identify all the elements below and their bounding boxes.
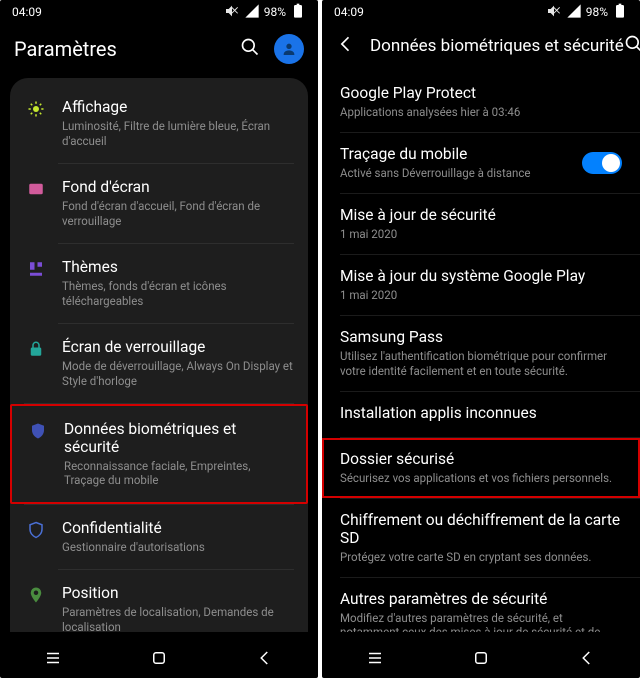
item-subtitle: Sécurisez vos applications et vos fichie… bbox=[340, 471, 622, 486]
item-title: Affichage bbox=[62, 98, 294, 116]
security-item[interactable]: Installation applis inconnues bbox=[322, 392, 640, 437]
item-subtitle: Activé sans Déverrouillage à distance bbox=[340, 166, 622, 181]
header: Paramètres bbox=[0, 24, 318, 78]
settings-item[interactable]: Écran de verrouillage Mode de déverrouil… bbox=[10, 324, 308, 403]
item-title: Position bbox=[62, 584, 294, 602]
status-time: 04:09 bbox=[334, 5, 364, 19]
status-time: 04:09 bbox=[12, 5, 42, 19]
settings-item[interactable]: Affichage Luminosité, Filtre de lumière … bbox=[10, 84, 308, 163]
battery-text: 98% bbox=[586, 5, 608, 19]
toggle-switch[interactable] bbox=[582, 152, 622, 174]
item-subtitle: 1 mai 2020 bbox=[340, 288, 622, 303]
item-title: Samsung Pass bbox=[340, 328, 622, 346]
search-icon[interactable] bbox=[624, 34, 640, 58]
themes-icon bbox=[24, 260, 48, 278]
security-item[interactable]: Autres paramètres de sécurité Modifiez d'… bbox=[322, 578, 640, 633]
back-icon[interactable] bbox=[336, 34, 356, 58]
item-title: Installation applis inconnues bbox=[340, 404, 622, 422]
brightness-icon bbox=[24, 100, 48, 118]
item-title: Google Play Protect bbox=[340, 84, 622, 102]
security-item[interactable]: Dossier sécurisé Sécurisez vos applicatio… bbox=[322, 438, 640, 498]
lock-icon bbox=[24, 340, 48, 358]
item-title: Fond d'écran bbox=[62, 178, 294, 196]
header: Données biométriques et sécurité bbox=[322, 24, 640, 72]
location-icon bbox=[24, 586, 48, 604]
battery-icon bbox=[290, 3, 306, 22]
nav-back[interactable] bbox=[577, 648, 597, 668]
item-subtitle: Luminosité, Filtre de lumière bleue, Écr… bbox=[62, 119, 294, 149]
item-subtitle: Utilisez l'authentification biométrique … bbox=[340, 349, 622, 379]
mute-icon bbox=[546, 3, 562, 22]
item-subtitle: Fond d'écran d'accueil, Fond d'écran de … bbox=[62, 199, 294, 229]
item-subtitle: Thèmes, fonds d'écran et icônes téléchar… bbox=[62, 279, 294, 309]
security-item[interactable]: Mise à jour de sécurité 1 mai 2020 bbox=[322, 194, 640, 254]
security-item[interactable]: Mise à jour du système Google Play 1 mai … bbox=[322, 255, 640, 315]
item-subtitle: Paramètres de localisation, Demandes de … bbox=[62, 605, 294, 632]
wallpaper-icon bbox=[24, 180, 48, 198]
navbar bbox=[0, 638, 318, 678]
item-title: Dossier sécurisé bbox=[340, 450, 622, 468]
item-subtitle: Mode de déverrouillage, Always On Displa… bbox=[62, 359, 294, 389]
nav-recents[interactable] bbox=[43, 648, 63, 668]
item-subtitle: Protégez votre carte SD en cryptant ses … bbox=[340, 550, 622, 565]
status-bar: 04:09 98% bbox=[0, 0, 318, 24]
page-title: Paramètres bbox=[14, 37, 117, 61]
nav-back[interactable] bbox=[255, 648, 275, 668]
navbar bbox=[322, 638, 640, 678]
item-title: Thèmes bbox=[62, 258, 294, 276]
item-title: Autres paramètres de sécurité bbox=[340, 590, 622, 608]
battery-icon bbox=[612, 3, 628, 22]
item-subtitle: Gestionnaire d'autorisations bbox=[62, 540, 294, 555]
item-title: Traçage du mobile bbox=[340, 145, 622, 163]
signal-icon bbox=[244, 3, 260, 22]
security-item[interactable]: Google Play Protect Applications analysée… bbox=[322, 72, 640, 132]
settings-item[interactable]: Confidentialité Gestionnaire d'autorisat… bbox=[10, 505, 308, 569]
item-title: Écran de verrouillage bbox=[62, 338, 294, 356]
settings-list[interactable]: Affichage Luminosité, Filtre de lumière … bbox=[0, 78, 318, 632]
status-right: 98% bbox=[546, 3, 628, 22]
security-item[interactable]: Traçage du mobile Activé sans Déverrouill… bbox=[322, 133, 640, 193]
settings-item[interactable]: Données biométriques et sécurité Reconna… bbox=[10, 404, 308, 505]
battery-text: 98% bbox=[264, 5, 286, 19]
nav-home[interactable] bbox=[471, 648, 491, 668]
security-list[interactable]: Google Play Protect Applications analysée… bbox=[322, 72, 640, 632]
header-actions bbox=[240, 34, 304, 64]
item-title: Confidentialité bbox=[62, 519, 294, 537]
item-subtitle: Modifiez d'autres paramètres de sécurité… bbox=[340, 611, 622, 633]
nav-recents[interactable] bbox=[365, 648, 385, 668]
mute-icon bbox=[224, 3, 240, 22]
settings-item[interactable]: Position Paramètres de localisation, Dem… bbox=[10, 570, 308, 632]
item-subtitle: 1 mai 2020 bbox=[340, 227, 622, 242]
item-title: Chiffrement ou déchiffrement de la carte… bbox=[340, 511, 622, 547]
phone-left: 04:09 98% Paramètres Affichag bbox=[0, 0, 318, 678]
item-subtitle: Applications analysées hier à 03:46 bbox=[340, 105, 622, 120]
status-bar: 04:09 98% bbox=[322, 0, 640, 24]
shield-outline-icon bbox=[24, 521, 48, 539]
phone-right: 04:09 98% Données biométriques et sécuri… bbox=[322, 0, 640, 678]
item-title: Mise à jour de sécurité bbox=[340, 206, 622, 224]
nav-home[interactable] bbox=[149, 648, 169, 668]
settings-item[interactable]: Thèmes Thèmes, fonds d'écran et icônes t… bbox=[10, 244, 308, 323]
security-item[interactable]: Samsung Pass Utilisez l'authentification … bbox=[322, 316, 640, 391]
item-subtitle: Reconnaissance faciale, Empreintes, Traç… bbox=[64, 459, 292, 489]
header-left: Données biométriques et sécurité bbox=[336, 34, 624, 58]
security-item[interactable]: Chiffrement ou déchiffrement de la carte… bbox=[322, 499, 640, 577]
page-title: Données biométriques et sécurité bbox=[370, 36, 624, 56]
settings-item[interactable]: Fond d'écran Fond d'écran d'accueil, Fon… bbox=[10, 164, 308, 243]
item-title: Mise à jour du système Google Play bbox=[340, 267, 622, 285]
search-icon[interactable] bbox=[240, 37, 260, 61]
signal-icon bbox=[566, 3, 582, 22]
avatar[interactable] bbox=[274, 34, 304, 64]
shield-icon bbox=[26, 422, 50, 440]
status-right: 98% bbox=[224, 3, 306, 22]
item-title: Données biométriques et sécurité bbox=[64, 420, 292, 456]
